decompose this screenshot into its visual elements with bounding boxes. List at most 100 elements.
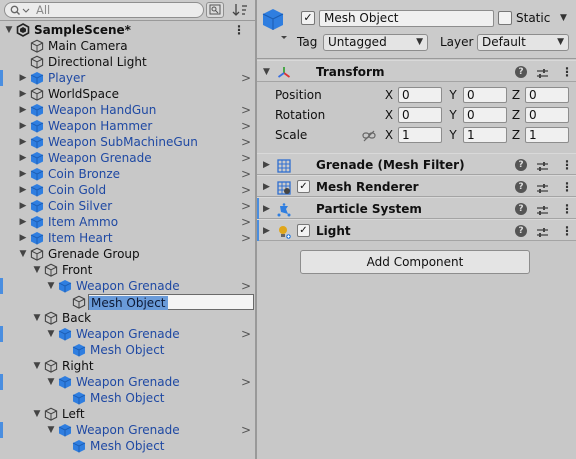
light-component-header[interactable]: ▶ ✓ Light ? ⋮	[257, 219, 576, 241]
hierarchy-row[interactable]: ▶ Weapon HandGun >	[0, 102, 255, 118]
foldout-collapsed-icon[interactable]: ▶	[18, 102, 28, 118]
light-enabled-checkbox[interactable]: ✓	[297, 224, 310, 237]
mesh-renderer-component-header[interactable]: ▶ ✓ Mesh Renderer ? ⋮	[257, 175, 576, 197]
hierarchy-row[interactable]: ▶ Item Ammo >	[0, 214, 255, 230]
search-by-type-button[interactable]	[206, 2, 224, 18]
hierarchy-row[interactable]: ▶ Player >	[0, 70, 255, 86]
foldout-collapsed-icon[interactable]: ▶	[18, 134, 28, 150]
position-z-field[interactable]: 0	[525, 87, 569, 103]
hierarchy-row[interactable]: ▼ Left	[0, 406, 255, 422]
component-menu-icon[interactable]: ⋮	[561, 220, 573, 242]
constrain-proportions-icon[interactable]	[362, 128, 376, 148]
hierarchy-row[interactable]: Directional Light	[0, 54, 255, 70]
help-icon[interactable]: ?	[515, 181, 527, 193]
open-prefab-chevron-icon[interactable]: >	[241, 118, 251, 134]
open-prefab-chevron-icon[interactable]: >	[241, 230, 251, 246]
foldout-expanded-icon[interactable]: ▼	[32, 406, 42, 422]
rename-field[interactable]: Mesh Object	[88, 294, 254, 310]
hierarchy-row[interactable]: ▼ Right	[0, 358, 255, 374]
hierarchy-row[interactable]: ▼ Back	[0, 310, 255, 326]
open-prefab-chevron-icon[interactable]: >	[241, 278, 251, 294]
foldout-collapsed-icon[interactable]: ▶	[18, 86, 28, 102]
component-menu-icon[interactable]: ⋮	[561, 176, 573, 198]
hierarchy-row[interactable]: ▶ Weapon Hammer >	[0, 118, 255, 134]
hierarchy-row[interactable]: ▼ Weapon Grenade >	[0, 278, 255, 294]
scale-y-field[interactable]: 1	[463, 127, 507, 143]
scene-menu-icon[interactable]: ⋮	[233, 22, 245, 38]
foldout-collapsed-icon[interactable]: ▶	[18, 166, 28, 182]
add-component-button[interactable]: Add Component	[300, 250, 530, 274]
particle-system-component-header[interactable]: ▶ Particle System ? ⋮	[257, 197, 576, 219]
scale-z-field[interactable]: 1	[525, 127, 569, 143]
gameobject-cube-icon[interactable]	[261, 6, 291, 45]
foldout-collapsed-icon[interactable]: ▶	[263, 198, 270, 220]
hierarchy-row[interactable]: ▼ Weapon Grenade >	[0, 374, 255, 390]
foldout-expanded-icon[interactable]: ▼	[46, 326, 56, 342]
foldout-collapsed-icon[interactable]: ▶	[263, 154, 270, 176]
hierarchy-row[interactable]: Mesh Object	[0, 390, 255, 406]
open-prefab-chevron-icon[interactable]: >	[241, 326, 251, 342]
foldout-collapsed-icon[interactable]: ▶	[18, 230, 28, 246]
tag-dropdown[interactable]: Untagged ▼	[323, 34, 428, 51]
foldout-collapsed-icon[interactable]: ▶	[18, 150, 28, 166]
position-x-field[interactable]: 0	[398, 87, 442, 103]
position-y-field[interactable]: 0	[463, 87, 507, 103]
layer-dropdown[interactable]: Default ▼	[477, 34, 569, 51]
open-prefab-chevron-icon[interactable]: >	[241, 134, 251, 150]
hierarchy-row[interactable]: Mesh Object	[0, 342, 255, 358]
help-icon[interactable]: ?	[515, 66, 527, 78]
open-prefab-chevron-icon[interactable]: >	[241, 374, 251, 390]
active-checkbox[interactable]: ✓	[301, 11, 315, 25]
foldout-collapsed-icon[interactable]: ▶	[18, 118, 28, 134]
foldout-expanded-icon[interactable]: ▼	[32, 310, 42, 326]
help-icon[interactable]: ?	[515, 225, 527, 237]
open-prefab-chevron-icon[interactable]: >	[241, 166, 251, 182]
sort-button[interactable]	[231, 2, 249, 18]
component-menu-icon[interactable]: ⋮	[561, 61, 573, 83]
rotation-x-field[interactable]: 0	[398, 107, 442, 123]
foldout-collapsed-icon[interactable]: ▶	[263, 176, 270, 198]
open-prefab-chevron-icon[interactable]: >	[241, 422, 251, 438]
hierarchy-row[interactable]: ▶ Weapon SubMachineGun >	[0, 134, 255, 150]
hierarchy-row[interactable]: ▶ Coin Gold >	[0, 182, 255, 198]
hierarchy-row[interactable]: ▶ Coin Silver >	[0, 198, 255, 214]
help-icon[interactable]: ?	[515, 159, 527, 171]
hierarchy-search-field[interactable]: All	[4, 2, 204, 18]
foldout-expanded-icon[interactable]: ▼	[263, 61, 270, 83]
object-name-field[interactable]: Mesh Object	[319, 10, 494, 27]
presets-icon[interactable]	[536, 65, 549, 87]
component-menu-icon[interactable]: ⋮	[561, 154, 573, 176]
hierarchy-row[interactable]: ▼ Grenade Group	[0, 246, 255, 262]
open-prefab-chevron-icon[interactable]: >	[241, 214, 251, 230]
foldout-collapsed-icon[interactable]: ▶	[263, 220, 270, 242]
foldout-expanded-icon[interactable]: ▼	[32, 358, 42, 374]
hierarchy-row[interactable]: ▶ Coin Bronze >	[0, 166, 255, 182]
hierarchy-row[interactable]: ▼ Front	[0, 262, 255, 278]
foldout-expanded-icon[interactable]: ▼	[46, 374, 56, 390]
foldout-collapsed-icon[interactable]: ▶	[18, 198, 28, 214]
hierarchy-row[interactable]: ▼ Weapon Grenade >	[0, 422, 255, 438]
component-menu-icon[interactable]: ⋮	[561, 198, 573, 220]
mesh-filter-component-header[interactable]: ▶ Grenade (Mesh Filter) ? ⋮	[257, 153, 576, 175]
help-icon[interactable]: ?	[515, 203, 527, 215]
open-prefab-chevron-icon[interactable]: >	[241, 198, 251, 214]
foldout-expanded-icon[interactable]: ▼	[18, 246, 28, 262]
hierarchy-row[interactable]: Main Camera	[0, 38, 255, 54]
static-dropdown-icon[interactable]: ▼	[560, 10, 567, 27]
open-prefab-chevron-icon[interactable]: >	[241, 150, 251, 166]
static-checkbox[interactable]	[498, 11, 512, 25]
foldout-collapsed-icon[interactable]: ▶	[18, 182, 28, 198]
transform-component-header[interactable]: ▼ Transform ? ⋮	[257, 60, 576, 82]
hierarchy-row[interactable]: ▼ Weapon Grenade >	[0, 326, 255, 342]
presets-icon[interactable]	[536, 224, 549, 246]
mesh-renderer-enabled-checkbox[interactable]: ✓	[297, 180, 310, 193]
hierarchy-row[interactable]: Mesh Object	[0, 438, 255, 454]
hierarchy-row[interactable]: ▶ Weapon Grenade >	[0, 150, 255, 166]
open-prefab-chevron-icon[interactable]: >	[241, 182, 251, 198]
hierarchy-row[interactable]: ▶ WorldSpace	[0, 86, 255, 102]
rotation-z-field[interactable]: 0	[525, 107, 569, 123]
scale-x-field[interactable]: 1	[398, 127, 442, 143]
open-prefab-chevron-icon[interactable]: >	[241, 102, 251, 118]
open-prefab-chevron-icon[interactable]: >	[241, 70, 251, 86]
foldout-expanded-icon[interactable]: ▼	[4, 22, 14, 38]
